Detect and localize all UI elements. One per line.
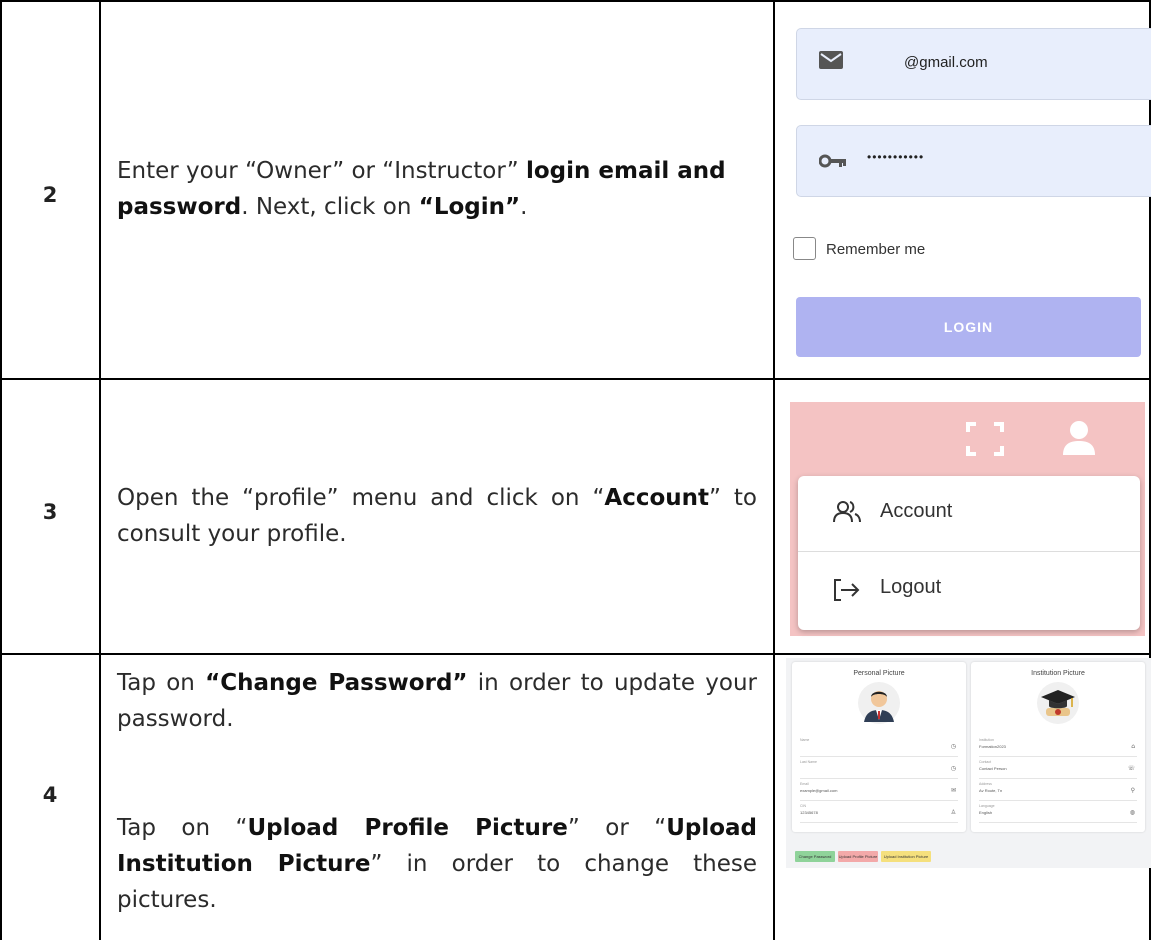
profile-field[interactable]: Contact Contact Person ☏	[979, 760, 1137, 779]
profile-dropdown-menu: Account Logout	[798, 476, 1140, 630]
table-border-top	[0, 0, 1151, 2]
description-text: .	[520, 194, 528, 220]
profile-field[interactable]: Email example@gmail.com ✉	[800, 782, 958, 801]
key-icon	[819, 154, 846, 168]
emphasis-text: “Login”	[418, 194, 521, 220]
globe-icon: ◍	[1129, 809, 1135, 816]
step-description: Tap on “Change Password” in order to upd…	[117, 665, 757, 737]
mail-icon	[819, 51, 843, 69]
row-divider	[0, 653, 1151, 655]
step-number: 4	[42, 783, 58, 807]
emphasis-text: “Change Password”	[205, 670, 468, 696]
login-button[interactable]: LOGIN	[796, 297, 1141, 357]
row-divider	[0, 378, 1151, 380]
upload-institution-picture-button[interactable]: Upload Institution Picture	[881, 851, 931, 862]
instruction-table: 2 Enter your “Owner” or “Instructor” log…	[0, 0, 1151, 940]
step-number: 2	[42, 183, 58, 207]
menu-item-logout[interactable]: Logout	[798, 552, 1140, 628]
profile-field[interactable]: Last Name ◷	[800, 760, 958, 779]
profile-field[interactable]: Name ◷	[800, 738, 958, 757]
emphasis-text: Account	[604, 485, 710, 511]
description-text: Tap on	[117, 670, 206, 696]
profile-field[interactable]: Language English ◍	[979, 804, 1137, 823]
description-text: Enter your “Owner” or “Instructor”	[117, 158, 526, 184]
profile-field[interactable]: CIN 12345678 ♙	[800, 804, 958, 823]
profile-field[interactable]: Institution Formation2023 ⌂	[979, 738, 1137, 757]
email-value: @gmail.com	[904, 54, 988, 71]
menu-item-label: Logout	[880, 576, 942, 598]
menu-item-account[interactable]: Account	[798, 476, 1140, 552]
menu-item-label: Account	[880, 500, 953, 522]
remember-checkbox[interactable]	[793, 237, 816, 260]
upload-profile-picture-button[interactable]: Upload Profile Picture	[838, 851, 878, 862]
avatar	[858, 682, 900, 724]
change-password-button[interactable]: Change Password	[795, 851, 835, 862]
step-number: 3	[42, 500, 58, 524]
location-icon: ⚲	[1130, 787, 1135, 794]
user-icon[interactable]	[1062, 420, 1096, 456]
logout-icon	[834, 579, 860, 601]
users-icon	[833, 501, 861, 523]
password-field[interactable]: •••••••••••	[796, 125, 1151, 197]
fullscreen-icon[interactable]	[966, 422, 1004, 456]
card-title: Institution Picture	[1031, 670, 1085, 677]
step-description: Open the “profile” menu and click on “Ac…	[117, 480, 757, 552]
personal-picture-card: Personal Picture Name ◷ Last Name ◷ Emai…	[792, 662, 966, 832]
clock-icon: ◷	[950, 743, 956, 750]
card-title: Personal Picture	[853, 670, 905, 677]
remember-label: Remember me	[826, 241, 926, 258]
description-text: Open the “profile” menu and click on “	[117, 485, 605, 511]
table-divider-image	[773, 0, 775, 940]
step-description: Tap on “Upload Profile Picture” or “Uplo…	[117, 810, 757, 918]
description-text: . Next, click on	[241, 194, 419, 220]
school-icon: ⌂	[1131, 743, 1135, 750]
clock-icon: ◷	[950, 765, 956, 772]
password-value: •••••••••••	[867, 150, 925, 164]
contact-icon: ☏	[1127, 765, 1135, 772]
step-description: Enter your “Owner” or “Instructor” login…	[117, 153, 757, 225]
emphasis-text: Upload Profile Picture	[247, 815, 568, 841]
description-text: Tap on “	[117, 815, 248, 841]
email-field[interactable]: @gmail.com	[796, 28, 1151, 100]
mail-icon: ✉	[950, 787, 956, 794]
person-icon: ♙	[950, 809, 956, 816]
profile-field[interactable]: Address Av Route, Tn ⚲	[979, 782, 1137, 801]
description-text: ” or “	[567, 815, 667, 841]
institution-picture-card: Institution Picture Institution Formatio…	[971, 662, 1145, 832]
graduation-cap-icon	[1037, 682, 1079, 724]
